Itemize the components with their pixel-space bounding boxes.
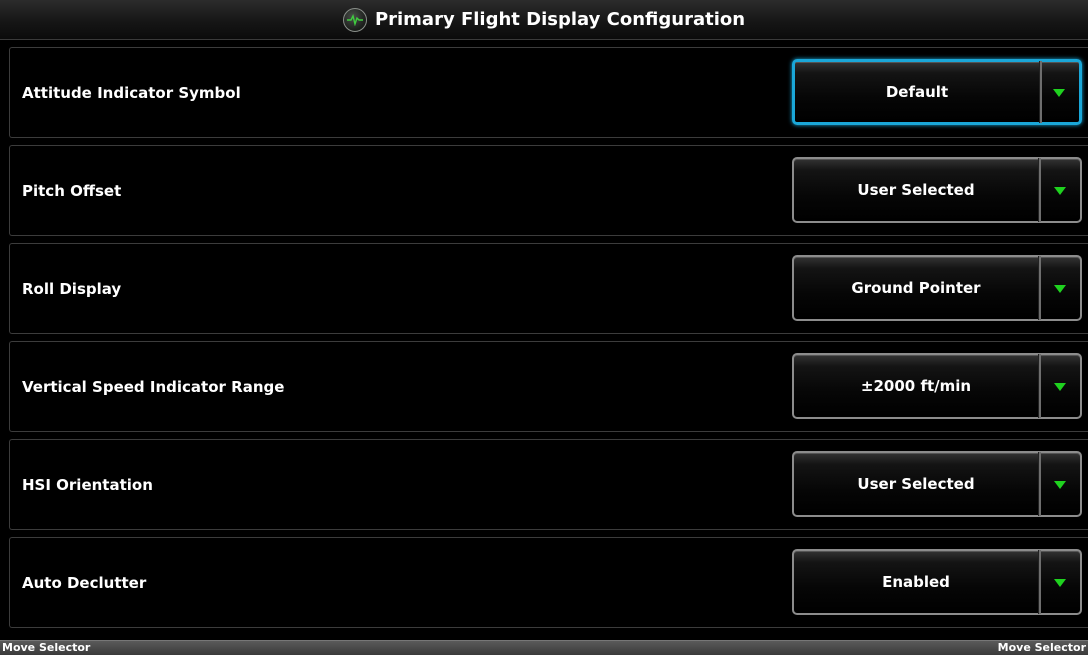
setting-row-vertical-speed-indicator-range: Vertical Speed Indicator Range ±2000 ft/… <box>9 341 1088 432</box>
dropdown-value: Default <box>885 83 949 101</box>
setting-row-roll-display: Roll Display Ground Pointer <box>9 243 1088 334</box>
vertical-speed-indicator-range-dropdown[interactable]: ±2000 ft/min <box>792 353 1082 419</box>
setting-label: HSI Orientation <box>22 475 153 494</box>
chevron-down-icon[interactable] <box>1054 579 1066 587</box>
auto-declutter-dropdown[interactable]: Enabled <box>792 549 1082 615</box>
dropdown-value: Enabled <box>882 573 950 591</box>
setting-label: Auto Declutter <box>22 573 147 592</box>
dropdown-divider <box>1038 256 1041 320</box>
setting-row-auto-declutter: Auto Declutter Enabled <box>9 537 1088 628</box>
attitude-indicator-symbol-dropdown[interactable]: Default <box>792 59 1082 125</box>
chevron-down-icon[interactable] <box>1054 481 1066 489</box>
dropdown-value: ±2000 ft/min <box>860 377 972 395</box>
dropdown-divider <box>1038 354 1041 418</box>
dropdown-divider <box>1038 158 1041 222</box>
hsi-orientation-dropdown[interactable]: User Selected <box>792 451 1082 517</box>
setting-label: Pitch Offset <box>22 181 122 200</box>
setting-label: Vertical Speed Indicator Range <box>22 377 285 396</box>
page-title: Primary Flight Display Configuration <box>374 9 746 30</box>
chevron-down-icon[interactable] <box>1054 383 1066 391</box>
title-bar: Primary Flight Display Configuration <box>0 0 1088 40</box>
move-selector-softkey-left[interactable]: Move Selector <box>2 641 90 655</box>
setting-row-pitch-offset: Pitch Offset User Selected <box>9 145 1088 236</box>
setting-label: Roll Display <box>22 279 122 298</box>
chevron-down-icon[interactable] <box>1053 89 1065 97</box>
dropdown-divider <box>1038 550 1041 614</box>
dropdown-divider <box>1038 452 1041 516</box>
dropdown-value: User Selected <box>857 181 975 199</box>
dropdown-divider <box>1039 61 1042 123</box>
roll-display-dropdown[interactable]: Ground Pointer <box>792 255 1082 321</box>
move-selector-softkey-right[interactable]: Move Selector <box>998 641 1086 655</box>
pitch-offset-dropdown[interactable]: User Selected <box>792 157 1082 223</box>
pfd-app-icon <box>342 7 367 32</box>
dropdown-value: User Selected <box>857 475 975 493</box>
chevron-down-icon[interactable] <box>1054 187 1066 195</box>
chevron-down-icon[interactable] <box>1054 285 1066 293</box>
setting-label: Attitude Indicator Symbol <box>22 83 241 102</box>
setting-row-hsi-orientation: HSI Orientation User Selected <box>9 439 1088 530</box>
softkey-bar: Move Selector Move Selector <box>0 640 1088 655</box>
dropdown-value: Ground Pointer <box>851 279 981 297</box>
setting-row-attitude-indicator-symbol: Attitude Indicator Symbol Default <box>9 47 1088 138</box>
